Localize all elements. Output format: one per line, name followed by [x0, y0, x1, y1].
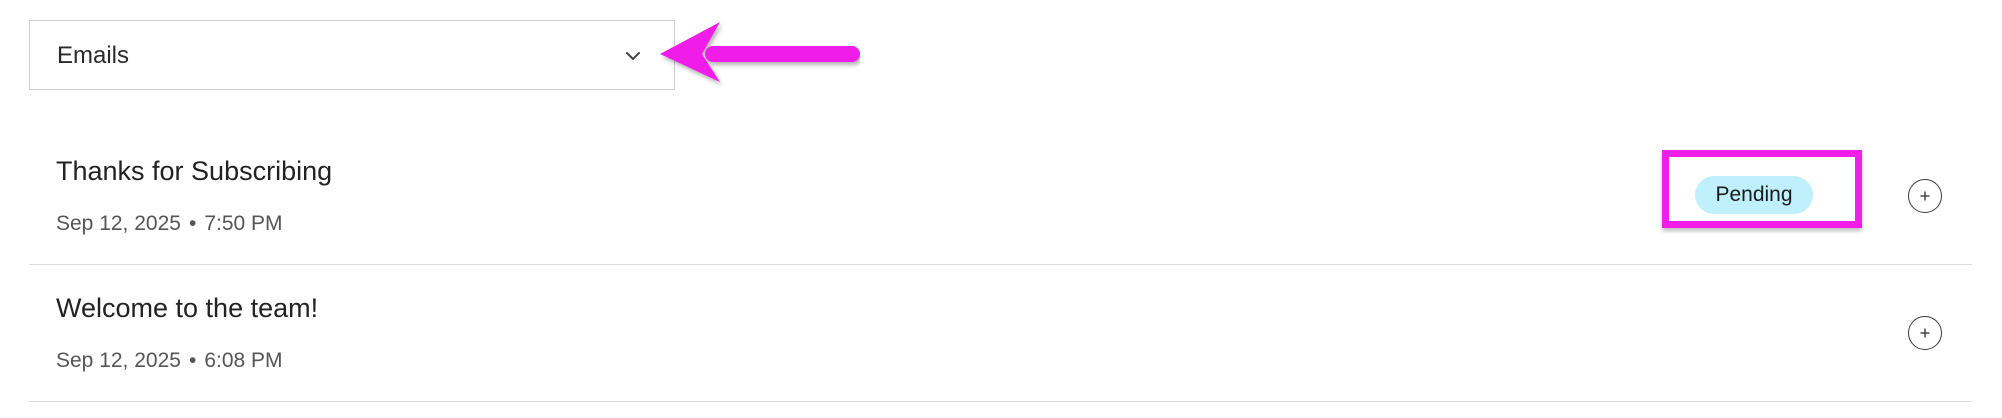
- dropdown-selected-value: Emails: [57, 42, 130, 69]
- expand-button[interactable]: [1908, 179, 1942, 213]
- plus-icon: [1920, 328, 1930, 338]
- email-title: Thanks for Subscribing: [56, 156, 333, 186]
- list-item[interactable]: Thanks for Subscribing Sep 12, 2025 • 7:50…: [29, 128, 1972, 265]
- email-title: Welcome to the team!: [56, 293, 319, 323]
- email-time: 6:08 PM: [204, 349, 283, 372]
- email-type-dropdown[interactable]: Emails: [29, 20, 675, 90]
- email-meta: Sep 12, 2025 • 7:50 PM: [56, 212, 283, 236]
- plus-icon: [1920, 191, 1930, 201]
- annotation-arrow-icon: [660, 22, 860, 82]
- email-time: 7:50 PM: [204, 212, 283, 235]
- email-date: Sep 12, 2025: [56, 349, 181, 372]
- list-item[interactable]: Welcome to the team! Sep 12, 2025 • 6:08 P…: [29, 265, 1972, 402]
- meta-separator: •: [188, 212, 197, 235]
- status-badge: Pending: [1695, 176, 1813, 214]
- meta-separator: •: [188, 349, 197, 372]
- email-date: Sep 12, 2025: [56, 212, 181, 235]
- expand-button[interactable]: [1908, 316, 1942, 350]
- email-meta: Sep 12, 2025 • 6:08 PM: [56, 349, 283, 373]
- email-list: Thanks for Subscribing Sep 12, 2025 • 7:50…: [29, 128, 1972, 402]
